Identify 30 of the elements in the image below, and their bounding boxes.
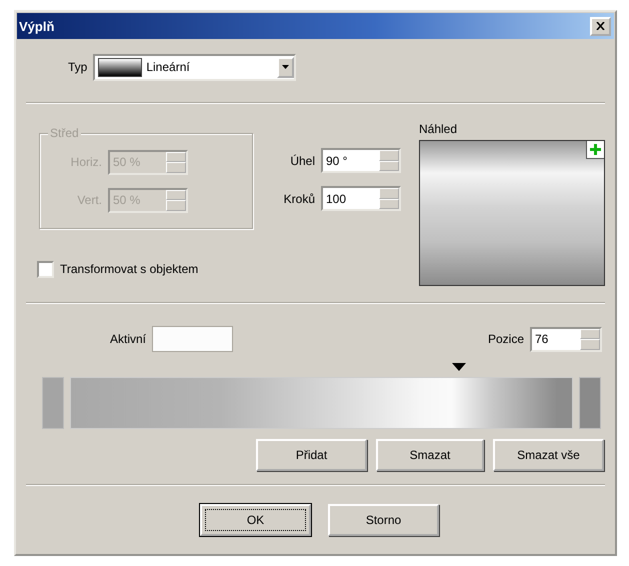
- gradient-bar[interactable]: [70, 377, 573, 429]
- angle-spin-field[interactable]: 90 °: [321, 148, 401, 173]
- position-spin-field[interactable]: 76: [530, 326, 602, 352]
- checkbox-label: Transformovat s objektem: [60, 262, 198, 276]
- type-dropdown[interactable]: Lineární: [93, 54, 296, 80]
- start-color-stop[interactable]: [42, 377, 64, 429]
- spin-buttons[interactable]: [379, 188, 399, 209]
- spin-buttons[interactable]: [580, 328, 600, 350]
- steps-spin-field[interactable]: 100: [321, 186, 401, 211]
- plus-icon[interactable]: [586, 141, 604, 159]
- stop-button[interactable]: Smazat vše: [493, 439, 604, 471]
- type-label: Typ: [68, 60, 88, 74]
- gradient-swatch-icon: [98, 58, 142, 76]
- close-icon: [596, 22, 605, 30]
- spin-buttons[interactable]: [379, 150, 399, 171]
- checkbox[interactable]: [37, 260, 54, 278]
- stop-button[interactable]: Přidat: [256, 439, 367, 471]
- steps-label: Kroků: [284, 192, 315, 206]
- gradient-stop-marker[interactable]: [452, 363, 466, 371]
- dialog-button[interactable]: OK: [200, 504, 311, 536]
- close-button[interactable]: [590, 16, 611, 36]
- dialog-button[interactable]: Storno: [328, 504, 439, 536]
- position-label: Pozice: [488, 332, 524, 346]
- preview-label: Náhled: [419, 122, 458, 136]
- window-title: Výplň: [19, 18, 54, 34]
- active-color-swatch[interactable]: [152, 326, 234, 352]
- end-color-stop[interactable]: [579, 377, 601, 429]
- active-label: Aktivní: [110, 332, 146, 346]
- angle-label: Úhel: [290, 154, 315, 168]
- stop-button[interactable]: Smazat: [376, 439, 484, 471]
